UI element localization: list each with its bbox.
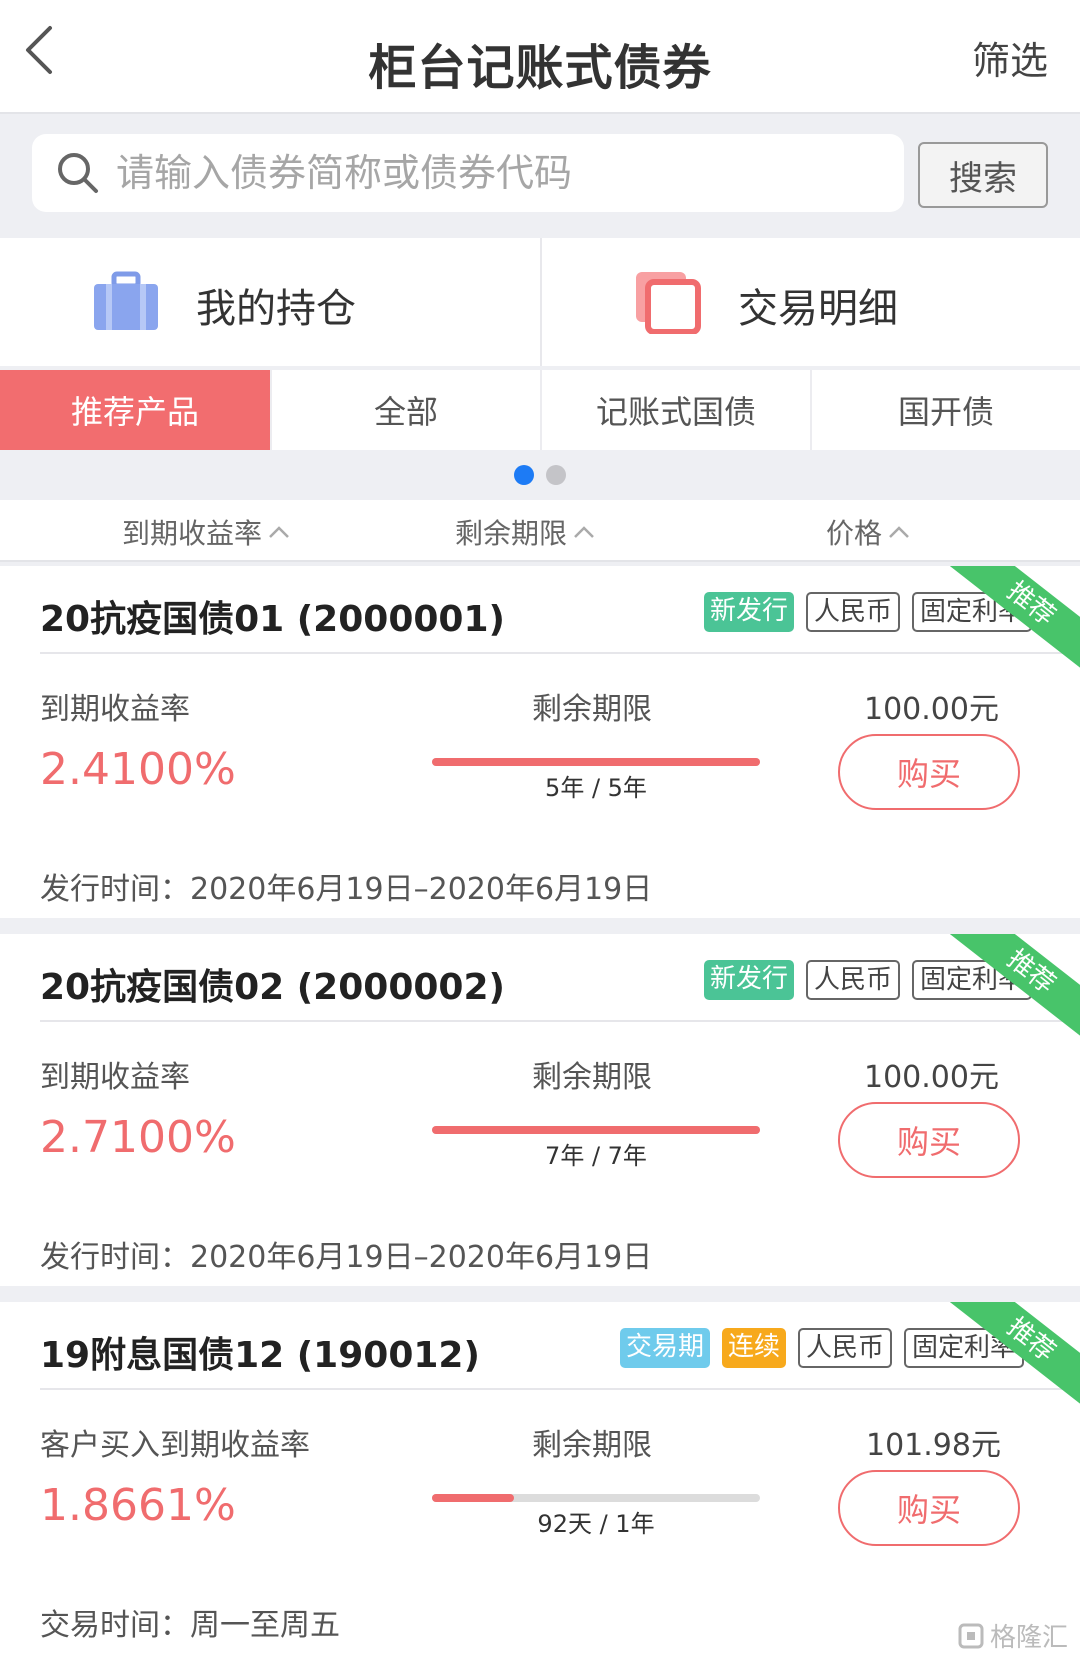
tab-recommended[interactable]: 推荐产品 xyxy=(0,370,270,450)
search-bar: 搜索 xyxy=(0,116,1080,232)
sort-term-label: 剩余期限 xyxy=(455,517,568,550)
tab-cdb-bonds[interactable]: 国开债 xyxy=(810,370,1080,450)
bond-price: 101.98元 xyxy=(866,1428,1001,1463)
yield-value: 1.8661% xyxy=(40,1480,236,1531)
tag-new-issue: 新发行 xyxy=(704,592,795,632)
sort-bar: 到期收益率 剩余期限 价格 xyxy=(0,500,1080,562)
page-dot-2[interactable] xyxy=(546,465,566,485)
term-label: 剩余期限 xyxy=(532,1060,652,1095)
search-box xyxy=(32,134,904,212)
tag-currency: 人民币 xyxy=(806,960,901,1000)
buy-button[interactable]: 购买 xyxy=(838,1470,1020,1546)
term-progress-bar xyxy=(432,1494,760,1502)
term-label: 剩余期限 xyxy=(532,1428,652,1463)
buy-button[interactable]: 购买 xyxy=(838,734,1020,810)
bond-price: 100.00元 xyxy=(864,692,999,727)
yield-label: 客户买入到期收益率 xyxy=(40,1428,310,1463)
sort-term[interactable]: 剩余期限 xyxy=(455,512,595,552)
yield-value: 2.4100% xyxy=(40,744,236,795)
yield-value: 2.7100% xyxy=(40,1112,236,1163)
trade-details-label: 交易明细 xyxy=(738,286,898,332)
sort-price-label: 价格 xyxy=(826,517,883,550)
tag-continuous: 连续 xyxy=(722,1328,787,1368)
bond-card[interactable]: 19附息国债12 (190012) 交易期 连续 人民币 固定利率 推荐 客户买… xyxy=(0,1302,1080,1662)
quick-entries: 我的持仓 交易明细 xyxy=(0,238,1080,366)
page-dot-1[interactable] xyxy=(514,465,534,485)
category-tabs: 推荐产品 全部 记账式国债 国开债 xyxy=(0,370,1080,450)
watermark-text: 格隆汇 xyxy=(989,1623,1068,1653)
filter-button[interactable]: 筛选 xyxy=(972,30,1048,85)
watermark-logo-icon xyxy=(958,1623,984,1648)
yield-label: 到期收益率 xyxy=(40,1060,190,1095)
term-value: 5年 / 5年 xyxy=(545,774,647,802)
term-progress-bar xyxy=(432,758,760,766)
term-progress-bar xyxy=(432,1126,760,1134)
issue-time: 发行时间：2020年6月19日–2020年6月19日 xyxy=(40,1240,653,1275)
term-progress-fill xyxy=(432,1494,514,1502)
my-holdings-entry[interactable]: 我的持仓 xyxy=(0,238,540,366)
my-holdings-label: 我的持仓 xyxy=(196,286,356,332)
term-label: 剩余期限 xyxy=(532,692,652,727)
sort-yield[interactable]: 到期收益率 xyxy=(122,512,290,552)
bond-card-header: 20抗疫国债01 (2000001) 新发行 人民币 固定利率 xyxy=(40,566,1080,654)
term-value: 92天 / 1年 xyxy=(537,1510,655,1538)
tag-new-issue: 新发行 xyxy=(704,960,795,1000)
page-indicator xyxy=(0,450,1080,500)
documents-icon xyxy=(636,272,701,334)
bond-card[interactable]: 20抗疫国债01 (2000001) 新发行 人民币 固定利率 推荐 到期收益率… xyxy=(0,566,1080,918)
search-icon xyxy=(58,153,98,193)
page: 柜台记账式债券 筛选 搜索 我的持仓 xyxy=(0,0,1080,1662)
page-title: 柜台记账式债券 xyxy=(368,40,712,96)
bond-tags: 新发行 人民币 固定利率 xyxy=(704,592,1033,632)
bond-card-header: 19附息国债12 (190012) 交易期 连续 人民币 固定利率 xyxy=(40,1302,1080,1390)
tag-trading-period: 交易期 xyxy=(620,1328,711,1368)
watermark: 格隆汇 xyxy=(958,1617,1068,1654)
chevron-up-icon xyxy=(269,526,289,538)
bond-price: 100.00元 xyxy=(864,1060,999,1095)
bond-tags: 交易期 连续 人民币 固定利率 xyxy=(620,1328,1025,1368)
buy-button[interactable]: 购买 xyxy=(838,1102,1020,1178)
chevron-up-icon xyxy=(574,526,594,538)
tag-currency: 人民币 xyxy=(806,592,901,632)
search-input[interactable] xyxy=(116,134,876,212)
search-button[interactable]: 搜索 xyxy=(918,142,1048,208)
term-progress-fill xyxy=(432,758,760,766)
nav-header: 柜台记账式债券 筛选 xyxy=(0,0,1080,114)
trade-time: 交易时间：周一至周五 xyxy=(40,1608,340,1643)
tab-book-entry-treasury[interactable]: 记账式国债 xyxy=(540,370,810,450)
trade-details-entry[interactable]: 交易明细 xyxy=(540,238,1080,366)
bond-card[interactable]: 20抗疫国债02 (2000002) 新发行 人民币 固定利率 推荐 到期收益率… xyxy=(0,934,1080,1286)
bond-name: 20抗疫国债01 (2000001) xyxy=(40,599,505,640)
sort-yield-label: 到期收益率 xyxy=(122,517,263,550)
issue-time: 发行时间：2020年6月19日–2020年6月19日 xyxy=(40,872,653,907)
bond-name: 19附息国债12 (190012) xyxy=(40,1335,480,1376)
yield-label: 到期收益率 xyxy=(40,692,190,727)
briefcase-icon xyxy=(94,271,158,330)
term-progress-fill xyxy=(432,1126,760,1134)
bond-name: 20抗疫国债02 (2000002) xyxy=(40,967,505,1008)
bond-tags: 新发行 人民币 固定利率 xyxy=(704,960,1033,1000)
sort-price[interactable]: 价格 xyxy=(826,512,910,552)
bond-card-header: 20抗疫国债02 (2000002) 新发行 人民币 固定利率 xyxy=(40,934,1080,1022)
chevron-up-icon xyxy=(889,526,909,538)
term-value: 7年 / 7年 xyxy=(545,1142,647,1170)
tab-all[interactable]: 全部 xyxy=(270,370,540,450)
tag-currency: 人民币 xyxy=(798,1328,893,1368)
